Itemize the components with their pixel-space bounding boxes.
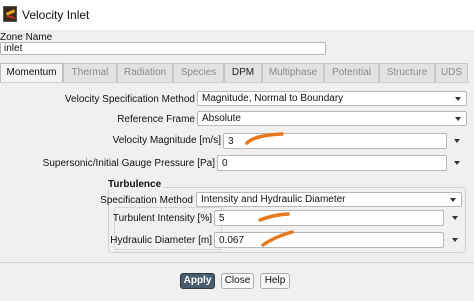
help-button[interactable]: Help bbox=[260, 273, 290, 289]
turbulent-intensity-label: Turbulent Intensity [%] bbox=[112, 213, 212, 224]
velocity-spec-dropdown[interactable]: Magnitude, Normal to Boundary bbox=[197, 91, 467, 106]
velocity-magnitude-input[interactable]: 3 bbox=[223, 133, 447, 149]
chevron-down-icon bbox=[450, 198, 456, 202]
tab-panel-border bbox=[0, 82, 470, 83]
tab-bar: Momentum Thermal Radiation Species DPM M… bbox=[0, 63, 468, 83]
gauge-pressure-input[interactable]: 0 bbox=[217, 155, 447, 171]
window-title: Velocity Inlet bbox=[22, 8, 90, 22]
tab-radiation[interactable]: Radiation bbox=[117, 63, 173, 82]
app-icon bbox=[3, 6, 17, 22]
tab-thermal[interactable]: Thermal bbox=[63, 63, 117, 82]
tab-potential[interactable]: Potential bbox=[324, 63, 379, 82]
tab-momentum[interactable]: Momentum bbox=[0, 63, 63, 83]
reference-frame-value: Absolute bbox=[202, 113, 241, 124]
tab-dpm[interactable]: DPM bbox=[224, 63, 262, 82]
chevron-down-icon bbox=[455, 97, 461, 101]
chevron-down-icon[interactable] bbox=[452, 216, 458, 220]
specification-method-value: Intensity and Hydraulic Diameter bbox=[201, 194, 346, 205]
zone-name-input[interactable]: inlet bbox=[0, 42, 326, 55]
chevron-down-icon[interactable] bbox=[454, 139, 460, 143]
apply-button[interactable]: Apply bbox=[180, 273, 215, 289]
specification-method-label: Specification Method bbox=[100, 195, 193, 206]
turbulent-intensity-input[interactable]: 5 bbox=[214, 210, 444, 226]
turbulence-title: Turbulence bbox=[108, 179, 164, 190]
reference-frame-label: Reference Frame bbox=[117, 114, 195, 125]
hydraulic-diameter-label: Hydraulic Diameter [m] bbox=[110, 235, 212, 246]
tab-structure[interactable]: Structure bbox=[379, 63, 435, 82]
tab-multiphase[interactable]: Multiphase bbox=[262, 63, 324, 82]
chevron-down-icon bbox=[455, 117, 461, 121]
tab-uds[interactable]: UDS bbox=[435, 63, 468, 82]
hydraulic-diameter-input[interactable]: 0.067 bbox=[214, 232, 444, 248]
tab-species[interactable]: Species bbox=[173, 63, 224, 82]
button-bar-separator bbox=[0, 262, 474, 263]
gauge-pressure-label: Supersonic/Initial Gauge Pressure [Pa] bbox=[42, 158, 215, 169]
chevron-down-icon[interactable] bbox=[452, 238, 458, 242]
close-button[interactable]: Close bbox=[221, 273, 254, 289]
chevron-down-icon[interactable] bbox=[454, 161, 460, 165]
velocity-magnitude-label: Velocity Magnitude [m/s] bbox=[112, 135, 221, 146]
reference-frame-dropdown[interactable]: Absolute bbox=[197, 111, 467, 126]
velocity-spec-label: Velocity Specification Method bbox=[64, 94, 195, 105]
specification-method-dropdown[interactable]: Intensity and Hydraulic Diameter bbox=[196, 192, 462, 207]
velocity-spec-value: Magnitude, Normal to Boundary bbox=[202, 93, 344, 104]
